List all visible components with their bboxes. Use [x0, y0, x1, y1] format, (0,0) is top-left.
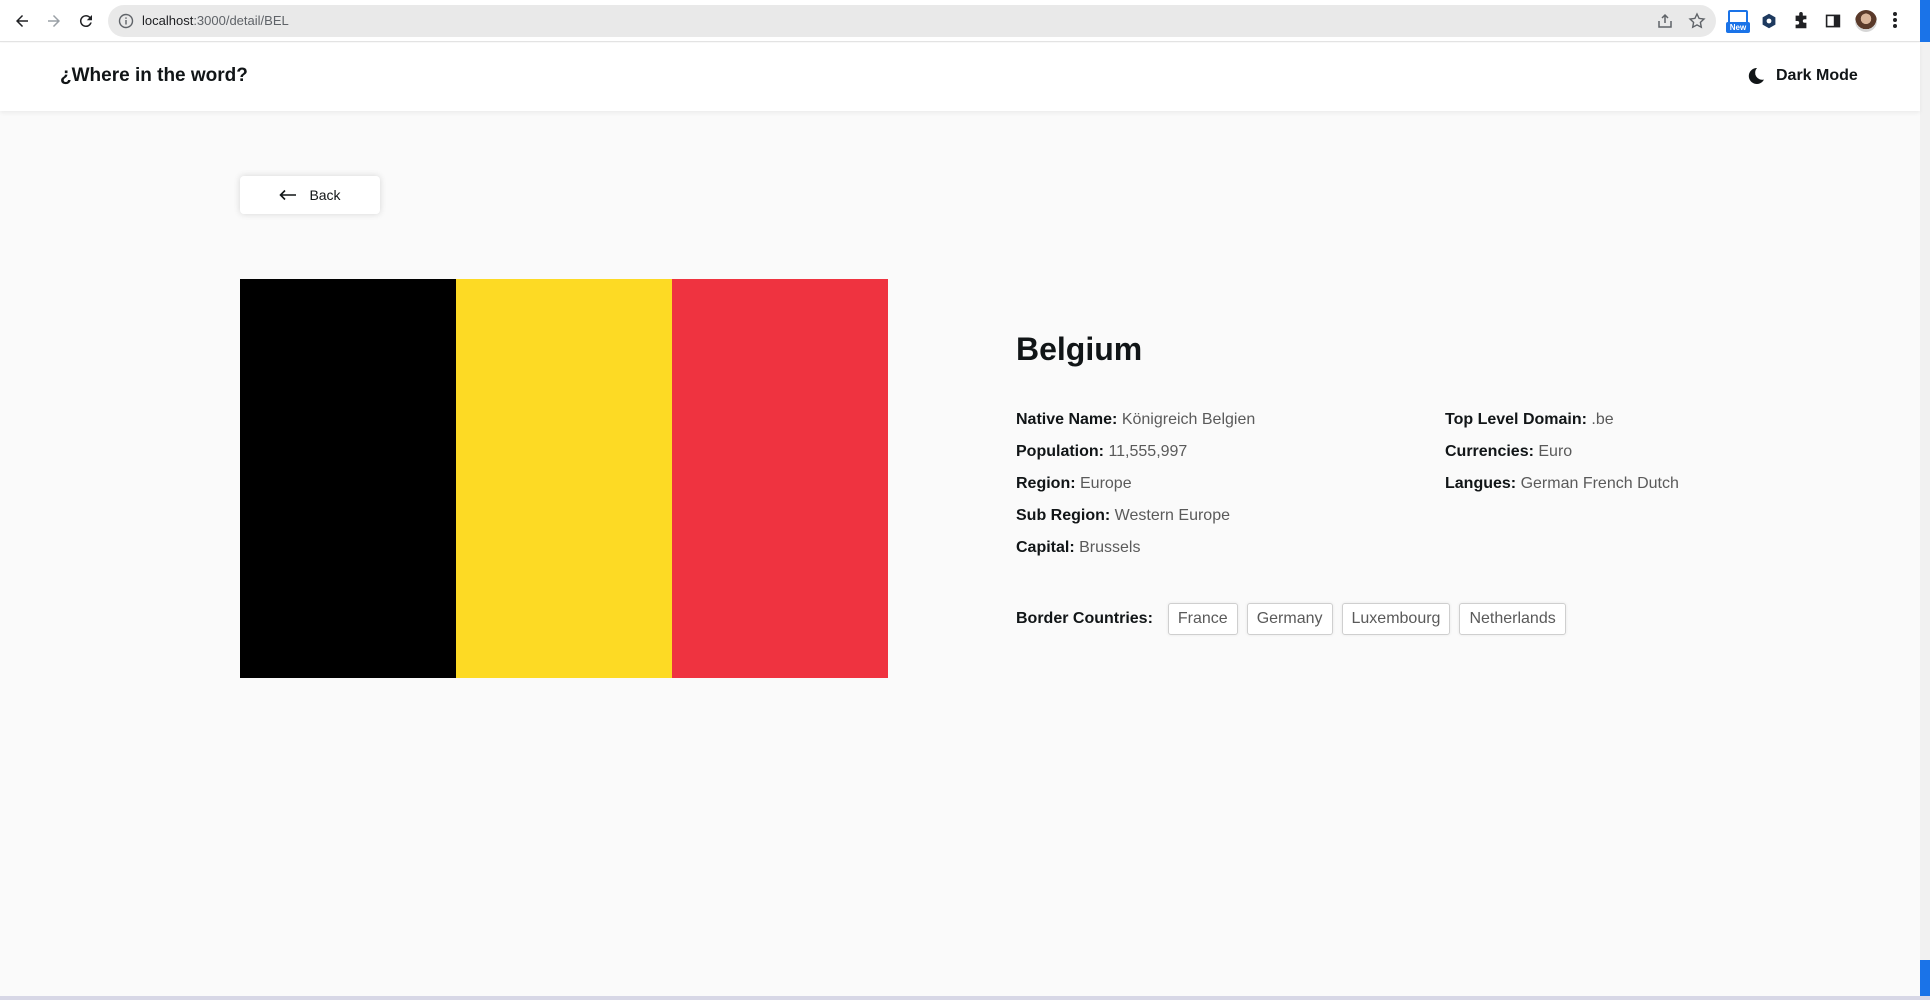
native-name-row: Native Name: Königreich Belgien	[1016, 404, 1255, 436]
border-countries-label: Border Countries:	[1016, 610, 1153, 627]
info-icon[interactable]	[118, 13, 134, 29]
kebab-menu-icon[interactable]	[1892, 12, 1898, 30]
native-name-label: Native Name:	[1016, 411, 1118, 428]
native-name-value: Königreich Belgien	[1121, 411, 1256, 428]
capital-label: Capital:	[1016, 539, 1075, 556]
window-bottom-edge	[0, 996, 1930, 1000]
top-level-domain-label: Top Level Domain:	[1445, 411, 1587, 428]
browser-toolbar: localhost:3000/detail/BEL New	[0, 0, 1930, 42]
currencies-row: Currencies: Euro	[1445, 436, 1679, 468]
browser-forward-button[interactable]	[41, 8, 67, 34]
capital-row: Capital: Brussels	[1016, 532, 1255, 564]
dark-mode-label: Dark Mode	[1776, 67, 1858, 84]
flag-stripe-black	[240, 279, 456, 678]
population-label: Population:	[1016, 443, 1104, 460]
app-title[interactable]: ¿Where in the word?	[60, 65, 248, 87]
languages-value: German French Dutch	[1520, 475, 1679, 492]
arrow-left-icon	[16, 15, 28, 27]
flag-stripe-yellow	[456, 279, 672, 678]
border-country-netherlands[interactable]: Netherlands	[1459, 603, 1566, 635]
currencies-label: Currencies:	[1445, 443, 1534, 460]
languages-label: Langues:	[1445, 475, 1517, 492]
border-countries: Border Countries: France Germany Luxembo…	[1016, 603, 1566, 635]
arrow-right-icon	[48, 15, 60, 27]
top-level-domain-row: Top Level Domain: .be	[1445, 404, 1679, 436]
side-panel-button[interactable]	[1822, 10, 1844, 32]
top-level-domain-value: .be	[1591, 411, 1614, 428]
languages-row: Langues: German French Dutch	[1445, 468, 1679, 500]
sub-region-value: Western Europe	[1114, 507, 1230, 524]
browser-back-button[interactable]	[9, 8, 35, 34]
sub-region-label: Sub Region:	[1016, 507, 1111, 524]
back-button-label: Back	[309, 187, 341, 203]
star-icon[interactable]	[1688, 12, 1706, 30]
new-badge: New	[1726, 22, 1750, 33]
region-row: Region: Europe	[1016, 468, 1255, 500]
browser-reload-button[interactable]	[73, 8, 99, 34]
arrow-left-icon	[279, 189, 297, 201]
flag-stripe-red	[672, 279, 888, 678]
extensions-button[interactable]	[1790, 10, 1812, 32]
country-flag	[240, 279, 888, 678]
sub-region-row: Sub Region: Western Europe	[1016, 500, 1255, 532]
puzzle-icon	[1795, 12, 1807, 29]
address-bar[interactable]: localhost:3000/detail/BEL	[108, 5, 1716, 37]
moon-icon	[1748, 67, 1764, 84]
app-header: ¿Where in the word? Dark Mode	[0, 43, 1920, 111]
url-text: localhost:3000/detail/BEL	[142, 13, 289, 28]
population-row: Population: 11,555,997	[1016, 436, 1255, 468]
country-name: Belgium	[1016, 331, 1143, 367]
capital-value: Brussels	[1079, 539, 1141, 556]
border-country-germany[interactable]: Germany	[1246, 603, 1333, 635]
region-label: Region:	[1016, 475, 1076, 492]
hexagon-extension-icon[interactable]	[1758, 10, 1780, 32]
info-column-primary: Native Name: Königreich Belgien Populati…	[1016, 404, 1255, 564]
border-country-france[interactable]: France	[1167, 603, 1238, 635]
population-value: 11,555,997	[1108, 443, 1188, 460]
dark-mode-toggle[interactable]: Dark Mode	[1746, 63, 1858, 89]
currencies-value: Euro	[1538, 443, 1573, 460]
side-panel-icon	[1825, 14, 1841, 28]
region-value: Europe	[1080, 475, 1132, 492]
share-icon[interactable]	[1656, 12, 1674, 30]
back-button[interactable]: Back	[240, 176, 380, 214]
profile-avatar[interactable]	[1855, 10, 1877, 32]
hexagon-icon	[1762, 13, 1776, 29]
new-extension-icon[interactable]: New	[1726, 10, 1750, 34]
reload-icon	[79, 15, 92, 28]
info-column-secondary: Top Level Domain: .be Currencies: Euro L…	[1445, 404, 1679, 500]
border-country-luxembourg[interactable]: Luxembourg	[1341, 603, 1451, 635]
page-scrollbar[interactable]	[1920, 42, 1930, 1000]
scrollbar-accent-bottom	[1920, 960, 1930, 996]
